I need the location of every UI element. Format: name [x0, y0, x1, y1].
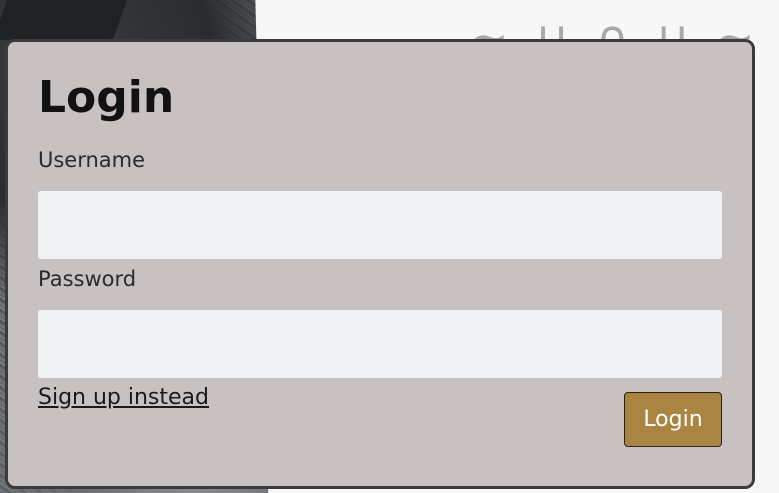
page-title: Login: [38, 72, 175, 123]
login-button[interactable]: Login: [624, 392, 722, 447]
username-label: Username: [38, 148, 146, 172]
password-label: Password: [38, 267, 137, 291]
password-field[interactable]: [38, 310, 722, 378]
sign-up-link[interactable]: Sign up instead: [38, 385, 209, 410]
username-field[interactable]: [38, 191, 722, 259]
login-card: Login Username Password Sign up instead …: [5, 39, 755, 489]
background-binder-clip: [0, 0, 128, 40]
